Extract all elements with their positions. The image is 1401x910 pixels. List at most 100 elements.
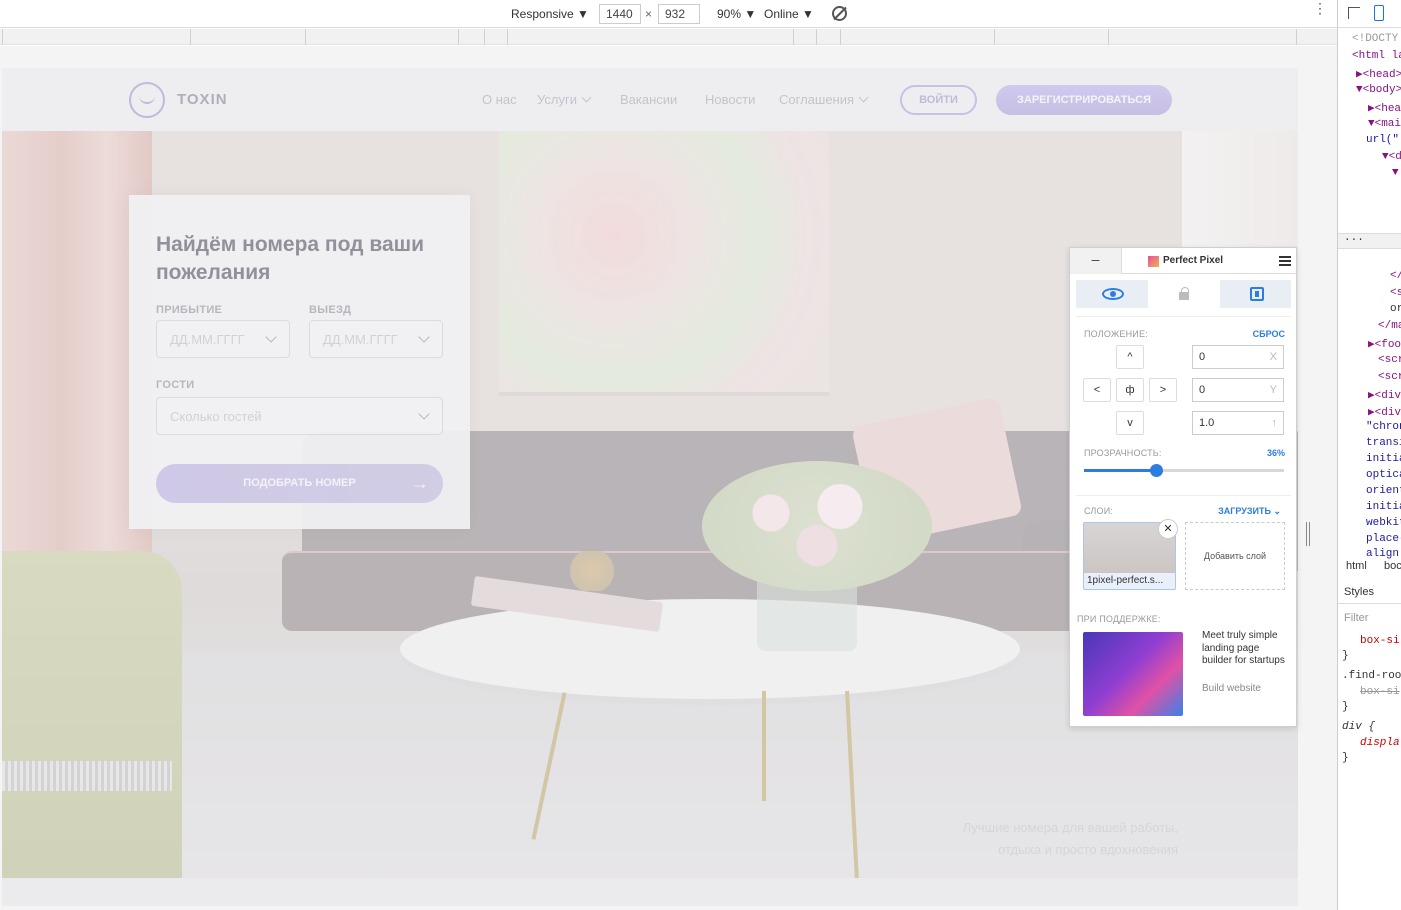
- departure-placeholder: ДД.ММ.ГГГГ: [323, 332, 398, 347]
- nav-vacancies[interactable]: Вакансии: [620, 92, 677, 107]
- dom-node[interactable]: ▼<d: [1382, 151, 1401, 163]
- lock-toggle[interactable]: [1148, 280, 1220, 308]
- breadcrumb-html[interactable]: html: [1346, 560, 1367, 572]
- rotate-icon[interactable]: [832, 6, 847, 21]
- invert-toggle[interactable]: [1220, 280, 1292, 308]
- css-brace: }: [1342, 752, 1349, 764]
- remove-layer-icon[interactable]: ✕: [1158, 519, 1178, 539]
- move-up-button[interactable]: ^: [1116, 345, 1144, 369]
- scale-unit: ↑: [1271, 417, 1278, 429]
- dom-node[interactable]: ▶<hea: [1368, 101, 1401, 115]
- dom-node[interactable]: or: [1390, 303, 1401, 315]
- x-position-input[interactable]: 0 X: [1192, 345, 1284, 369]
- dom-node[interactable]: ▼<body>: [1356, 84, 1401, 96]
- minimize-button[interactable]: –: [1070, 248, 1122, 274]
- nav-agreements-label: Соглашения: [779, 92, 855, 107]
- dom-node[interactable]: ▶<foo: [1368, 337, 1401, 351]
- dom-node[interactable]: place-: [1366, 533, 1401, 545]
- sponsor-text[interactable]: Meet truly simple landing page builder f…: [1202, 630, 1290, 668]
- arrow-right-icon: →: [411, 473, 429, 493]
- chevron-down-icon: [418, 408, 430, 420]
- dom-node[interactable]: ▶<div: [1368, 405, 1401, 419]
- dom-node[interactable]: </ma: [1378, 320, 1401, 332]
- nav-news[interactable]: Новости: [705, 92, 755, 107]
- move-down-button[interactable]: v: [1116, 411, 1144, 435]
- nav-about[interactable]: О нас: [482, 92, 517, 107]
- find-room-button[interactable]: ПОДОБРАТЬ НОМЕР →: [156, 464, 443, 503]
- tab-styles[interactable]: Styles: [1344, 586, 1374, 598]
- more-options-icon[interactable]: ⋮: [1313, 1, 1327, 15]
- styles-tabbar: Styles: [1338, 580, 1401, 604]
- dom-node[interactable]: </: [1390, 270, 1401, 282]
- invert-icon: [1250, 287, 1264, 301]
- dom-node[interactable]: <scr: [1378, 354, 1401, 366]
- register-button[interactable]: ЗАРЕГИСТРИРОВАТЬСЯ: [996, 85, 1172, 115]
- center-button[interactable]: ф: [1116, 378, 1144, 402]
- inspect-element-icon[interactable]: [1348, 7, 1360, 19]
- css-brace: }: [1342, 701, 1349, 713]
- css-property[interactable]: displa: [1360, 737, 1400, 749]
- dom-node[interactable]: webkit: [1366, 517, 1401, 529]
- devtools-ellipsis[interactable]: ...: [1338, 232, 1401, 249]
- dom-node[interactable]: orient: [1366, 485, 1401, 497]
- opacity-slider[interactable]: [1084, 464, 1284, 477]
- chevron-down-icon: [858, 92, 869, 103]
- css-selector[interactable]: .find-roo: [1342, 670, 1401, 682]
- y-position-input[interactable]: 0 Y: [1192, 378, 1284, 402]
- chevron-down-icon: [418, 331, 430, 343]
- css-brace: }: [1342, 650, 1349, 662]
- styles-filter-input[interactable]: Filter: [1344, 612, 1368, 624]
- css-property-overridden[interactable]: box-si: [1360, 686, 1400, 698]
- dom-node[interactable]: <html la: [1352, 50, 1401, 62]
- move-right-button[interactable]: >: [1149, 378, 1177, 402]
- css-selector[interactable]: div {: [1342, 721, 1375, 733]
- guests-label: ГОСТИ: [156, 379, 195, 391]
- dom-node[interactable]: url(": [1366, 134, 1399, 146]
- hamburger-menu-icon[interactable]: [1279, 256, 1291, 266]
- dom-node[interactable]: initia: [1366, 501, 1401, 513]
- upload-link[interactable]: ЗАГРУЗИТЬ ⌄: [1218, 506, 1281, 517]
- dom-node[interactable]: transi: [1366, 437, 1401, 449]
- lock-icon: [1179, 287, 1189, 300]
- zoom-dropdown[interactable]: 90% ▼: [717, 7, 756, 21]
- logo-icon[interactable]: [129, 82, 165, 118]
- throttle-dropdown[interactable]: Online ▼: [764, 7, 814, 21]
- dom-node[interactable]: <!DOCTY: [1352, 33, 1398, 45]
- dom-node[interactable]: align: [1366, 548, 1399, 560]
- sponsor-link[interactable]: Build website: [1202, 683, 1261, 694]
- dom-node[interactable]: ▼<mai: [1368, 118, 1401, 130]
- scale-input[interactable]: 1.0 ↑: [1192, 411, 1284, 435]
- dom-node[interactable]: "chron: [1366, 421, 1401, 433]
- device-dropdown[interactable]: Responsive ▼: [511, 7, 589, 21]
- css-property[interactable]: box-si: [1360, 635, 1400, 647]
- device-toggle-icon[interactable]: [1374, 5, 1384, 21]
- nav-services[interactable]: Услуги: [537, 92, 592, 107]
- breadcrumb-body[interactable]: boc: [1384, 560, 1401, 572]
- move-left-button[interactable]: <: [1083, 378, 1111, 402]
- departure-input[interactable]: ДД.ММ.ГГГГ: [309, 320, 443, 358]
- opacity-slider-fill: [1084, 469, 1156, 472]
- dom-node[interactable]: ▶<head>: [1356, 67, 1401, 81]
- opacity-slider-handle[interactable]: [1150, 464, 1163, 477]
- dom-node[interactable]: ▼: [1392, 167, 1399, 179]
- sponsor-image[interactable]: [1083, 632, 1183, 716]
- login-button[interactable]: ВОЙТИ: [900, 85, 977, 115]
- chevron-down-icon: [265, 331, 277, 343]
- dom-node[interactable]: optica: [1366, 469, 1401, 481]
- visibility-toggle[interactable]: [1076, 280, 1148, 308]
- dom-node[interactable]: ▶<div: [1368, 388, 1401, 402]
- logo-text[interactable]: TOXIN: [177, 91, 228, 108]
- viewport-resize-handle[interactable]: [1306, 522, 1310, 546]
- dom-node[interactable]: initia: [1366, 453, 1401, 465]
- dom-node[interactable]: <scr: [1378, 371, 1401, 383]
- dimension-separator: ×: [645, 7, 653, 21]
- reset-link[interactable]: СБРОС: [1253, 329, 1285, 339]
- width-input[interactable]: 1440: [599, 4, 641, 24]
- add-layer-button[interactable]: Добавить слой: [1185, 522, 1285, 590]
- guests-dropdown[interactable]: Сколько гостей: [156, 397, 443, 435]
- arrival-input[interactable]: ДД.ММ.ГГГГ: [156, 320, 290, 358]
- height-input[interactable]: 932: [658, 4, 700, 24]
- nav-agreements[interactable]: Соглашения: [779, 92, 869, 107]
- media-query-bar[interactable]: [0, 29, 1337, 45]
- dom-node[interactable]: <s: [1390, 287, 1401, 299]
